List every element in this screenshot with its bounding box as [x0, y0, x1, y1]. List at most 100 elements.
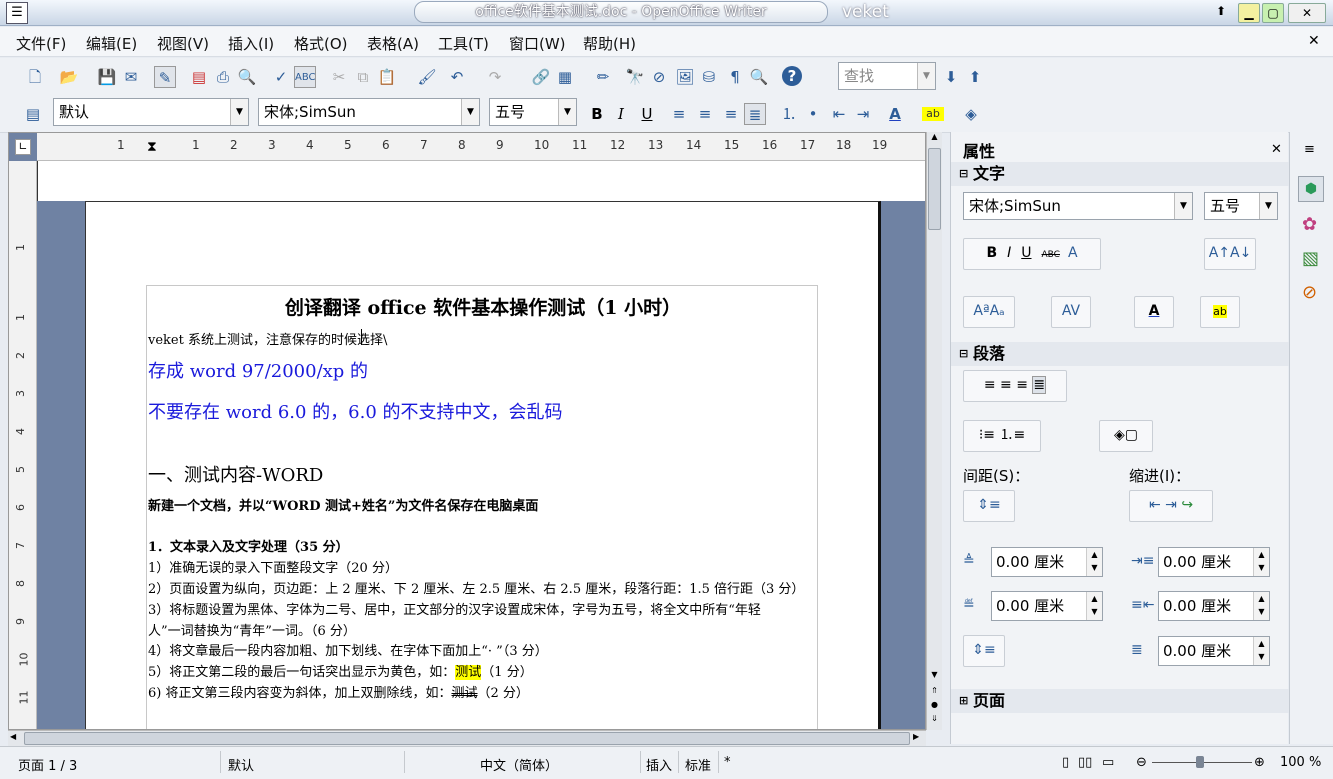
- menu-table[interactable]: 表格(A): [367, 33, 419, 54]
- next-page-icon[interactable]: ⇓: [928, 714, 941, 727]
- grow-font-icon[interactable]: A↑: [1209, 245, 1230, 261]
- edit-mode-icon[interactable]: ✎: [154, 66, 176, 88]
- sidebar-menu-icon[interactable]: ≡: [1304, 142, 1315, 157]
- scroll-down-icon[interactable]: ▼: [928, 670, 941, 684]
- open-icon[interactable]: 📂: [58, 66, 80, 88]
- align-right-icon[interactable]: ≡: [720, 103, 742, 125]
- horizontal-scrollbar[interactable]: ◀ ▶: [8, 730, 926, 746]
- increase-indent-icon[interactable]: ⇥: [852, 103, 874, 125]
- size-select[interactable]: 五号 ▼: [489, 98, 577, 126]
- gallery-icon[interactable]: 🖼: [674, 66, 696, 88]
- spinner-icon[interactable]: ▲ ▼: [1253, 637, 1269, 665]
- up-arrow-icon[interactable]: ⬆: [1216, 4, 1226, 18]
- align-left-icon[interactable]: ≡: [984, 377, 996, 393]
- export-pdf-icon[interactable]: ▤: [188, 66, 210, 88]
- sidebar-font-select[interactable]: 宋体;SimSun ▼: [963, 192, 1193, 220]
- sidebar-font-color-button[interactable]: A: [1134, 296, 1174, 328]
- font-color-icon[interactable]: A: [884, 103, 906, 125]
- save-icon[interactable]: 💾: [96, 66, 118, 88]
- increase-indent-icon[interactable]: ⇥: [1165, 497, 1177, 513]
- undo-icon[interactable]: ↶: [446, 66, 468, 88]
- find-icon[interactable]: 🔭: [624, 66, 646, 88]
- decrease-indent-icon[interactable]: ⇤: [828, 103, 850, 125]
- font-select[interactable]: 宋体;SimSun ▼: [258, 98, 480, 126]
- minimize-button[interactable]: ▁: [1238, 3, 1260, 23]
- navigator-deck-icon[interactable]: ⊘: [1302, 282, 1317, 303]
- spinner-icon[interactable]: ▲ ▼: [1253, 592, 1269, 620]
- close-window-button[interactable]: ✕: [1288, 3, 1326, 23]
- language[interactable]: 中文（简体）: [480, 755, 558, 774]
- zoom-icon[interactable]: 🔍: [748, 66, 770, 88]
- indent-after-field[interactable]: 0.00 厘米 ▲ ▼: [1158, 591, 1270, 621]
- document-page[interactable]: 创译翻译 office 软件基本操作测试（1 小时） veket 系统上测试，注…: [85, 201, 881, 729]
- strikethrough-icon[interactable]: ABC: [1042, 250, 1060, 260]
- align-center-icon[interactable]: ≡: [694, 103, 716, 125]
- maximize-button[interactable]: ▢: [1262, 3, 1284, 23]
- sidebar-size-select[interactable]: 五号 ▼: [1204, 192, 1278, 220]
- styles-deck-icon[interactable]: ✿: [1302, 214, 1317, 235]
- align-center-icon[interactable]: ≡: [1000, 377, 1012, 393]
- find-next-icon[interactable]: ⬇: [940, 66, 962, 88]
- search-input[interactable]: 查找 ▼: [838, 62, 936, 90]
- chevron-down-icon[interactable]: ▼: [558, 99, 576, 125]
- page-style[interactable]: 默认: [228, 755, 254, 774]
- document-area[interactable]: ∟ 1 1 2 3 4 5 6 7 8 9 10 11 12 13 14 15 16 17 18 19 ⧗ 112345…: [8, 132, 926, 730]
- close-document-icon[interactable]: ✕: [1308, 33, 1320, 49]
- bullets-icon[interactable]: ⁝≡: [979, 427, 995, 443]
- format-paintbrush-icon[interactable]: 🖌: [416, 66, 438, 88]
- indent-marker-icon[interactable]: ⧗: [147, 139, 157, 155]
- align-left-icon[interactable]: ≡: [668, 103, 690, 125]
- app-icon[interactable]: ☰: [6, 2, 28, 24]
- first-line-field[interactable]: 0.00 厘米 ▲ ▼: [1158, 636, 1270, 666]
- draw-icon[interactable]: ✏: [592, 66, 614, 88]
- line-spacing-button[interactable]: ⇕≡: [963, 635, 1005, 667]
- expand-icon[interactable]: ⊞: [959, 689, 968, 713]
- formatting-marks-icon[interactable]: ¶: [724, 66, 746, 88]
- spinner-icon[interactable]: ▲ ▼: [1086, 548, 1102, 576]
- collapse-icon[interactable]: ⊟: [959, 162, 968, 186]
- decrease-indent-icon[interactable]: ⇤: [1149, 497, 1161, 513]
- email-icon[interactable]: ✉: [120, 66, 142, 88]
- bold-icon[interactable]: B: [586, 103, 608, 125]
- styles-icon[interactable]: ▤: [22, 103, 44, 125]
- table-icon[interactable]: ▦: [554, 66, 576, 88]
- justify-icon[interactable]: ≣: [1032, 376, 1047, 394]
- text-section-header[interactable]: ⊟ 文字: [951, 162, 1289, 186]
- chevron-down-icon[interactable]: ▼: [461, 99, 479, 125]
- shrink-font-icon[interactable]: A↓: [1230, 245, 1251, 261]
- vertical-ruler[interactable]: 1 1 2 3 4 5 6 7 8 9 10 11: [9, 161, 37, 729]
- chevron-down-icon[interactable]: ▼: [1174, 193, 1192, 219]
- above-spacing-field[interactable]: 0.00 厘米 ▲ ▼: [991, 547, 1103, 577]
- highlight-icon[interactable]: ab: [922, 107, 944, 121]
- multi-page-view-icon[interactable]: ▯▯: [1078, 755, 1092, 770]
- hanging-indent-icon[interactable]: ↪: [1181, 497, 1193, 513]
- navigator-icon[interactable]: ⊘: [648, 66, 670, 88]
- menu-edit[interactable]: 编辑(E): [86, 33, 137, 54]
- bold-icon[interactable]: B: [986, 245, 997, 261]
- spinner-icon[interactable]: ▲ ▼: [1253, 548, 1269, 576]
- tab-stop-icon[interactable]: ∟: [15, 139, 31, 155]
- numbering-icon[interactable]: ⒈: [778, 103, 800, 125]
- menu-insert[interactable]: 插入(I): [228, 33, 274, 54]
- superscript-icon[interactable]: Aª: [973, 303, 989, 319]
- indent-before-field[interactable]: 0.00 厘米 ▲ ▼: [1158, 547, 1270, 577]
- page-indicator[interactable]: 页面 1 / 3: [18, 755, 77, 774]
- scroll-right-icon[interactable]: ▶: [913, 732, 919, 741]
- horizontal-ruler[interactable]: 1 1 2 3 4 5 6 7 8 9 10 11 12 13 14 15 16 17 18 19 ⧗: [37, 133, 925, 161]
- close-sidebar-icon[interactable]: ✕: [1271, 142, 1282, 157]
- paste-icon[interactable]: 📋: [376, 66, 398, 88]
- chevron-down-icon[interactable]: ▼: [230, 99, 248, 125]
- menu-window[interactable]: 窗口(W): [509, 33, 566, 54]
- paragraph-section-header[interactable]: ⊟ 段落: [951, 342, 1289, 366]
- style-select[interactable]: 默认 ▼: [53, 98, 249, 126]
- redo-icon[interactable]: ↷: [484, 66, 506, 88]
- menu-view[interactable]: 视图(V): [157, 33, 209, 54]
- character-spacing-button[interactable]: AV: [1051, 296, 1091, 328]
- insert-mode[interactable]: 插入: [646, 755, 672, 774]
- scroll-left-icon[interactable]: ◀: [10, 732, 16, 741]
- background-color-icon[interactable]: ◈: [960, 103, 982, 125]
- zoom-out-icon[interactable]: ⊖: [1136, 755, 1147, 770]
- spinner-icon[interactable]: ▲ ▼: [1086, 592, 1102, 620]
- justify-icon[interactable]: ≣: [744, 103, 766, 125]
- scroll-thumb[interactable]: [928, 148, 941, 230]
